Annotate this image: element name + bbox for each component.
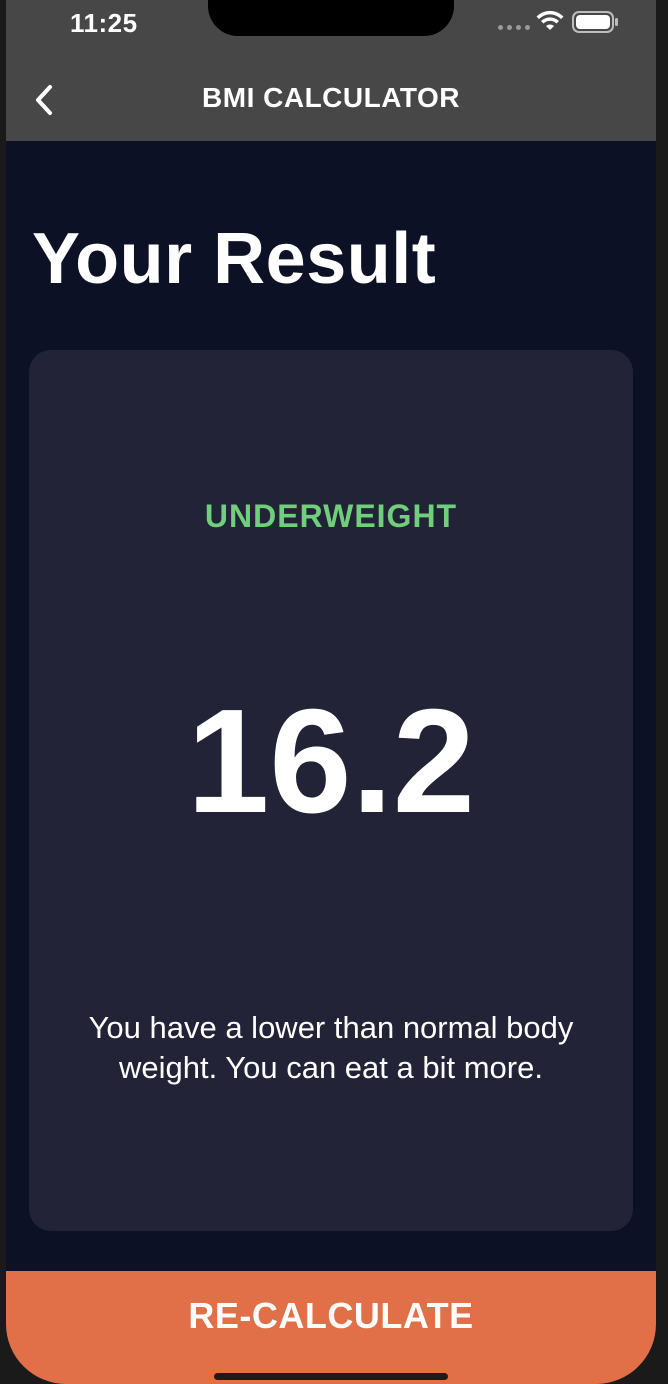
page-title: Your Result	[32, 219, 437, 299]
status-time: 11:25	[70, 8, 138, 38]
app-bar-title: BMI CALCULATOR	[202, 82, 460, 113]
result-message: You have a lower than normal body weight…	[88, 1010, 574, 1085]
result-card: UNDERWEIGHT 16.2 You have a lower than n…	[29, 350, 633, 1231]
home-indicator	[214, 1373, 448, 1380]
signal-icon	[498, 25, 530, 30]
bmi-value: 16.2	[186, 679, 476, 844]
wifi-icon	[536, 10, 564, 30]
result-status-label: UNDERWEIGHT	[204, 498, 458, 534]
battery-icon	[572, 11, 618, 33]
recalculate-button[interactable]: RE-CALCULATE	[6, 1271, 656, 1384]
app-bar: 11:25 BMI CALCULATOR	[6, 0, 656, 141]
phone-screen: 11:25 BMI CALCULATOR Your Result UNDERWE…	[6, 0, 656, 1384]
notch	[208, 0, 454, 36]
recalculate-button-label: RE-CALCULATE	[188, 1295, 474, 1336]
